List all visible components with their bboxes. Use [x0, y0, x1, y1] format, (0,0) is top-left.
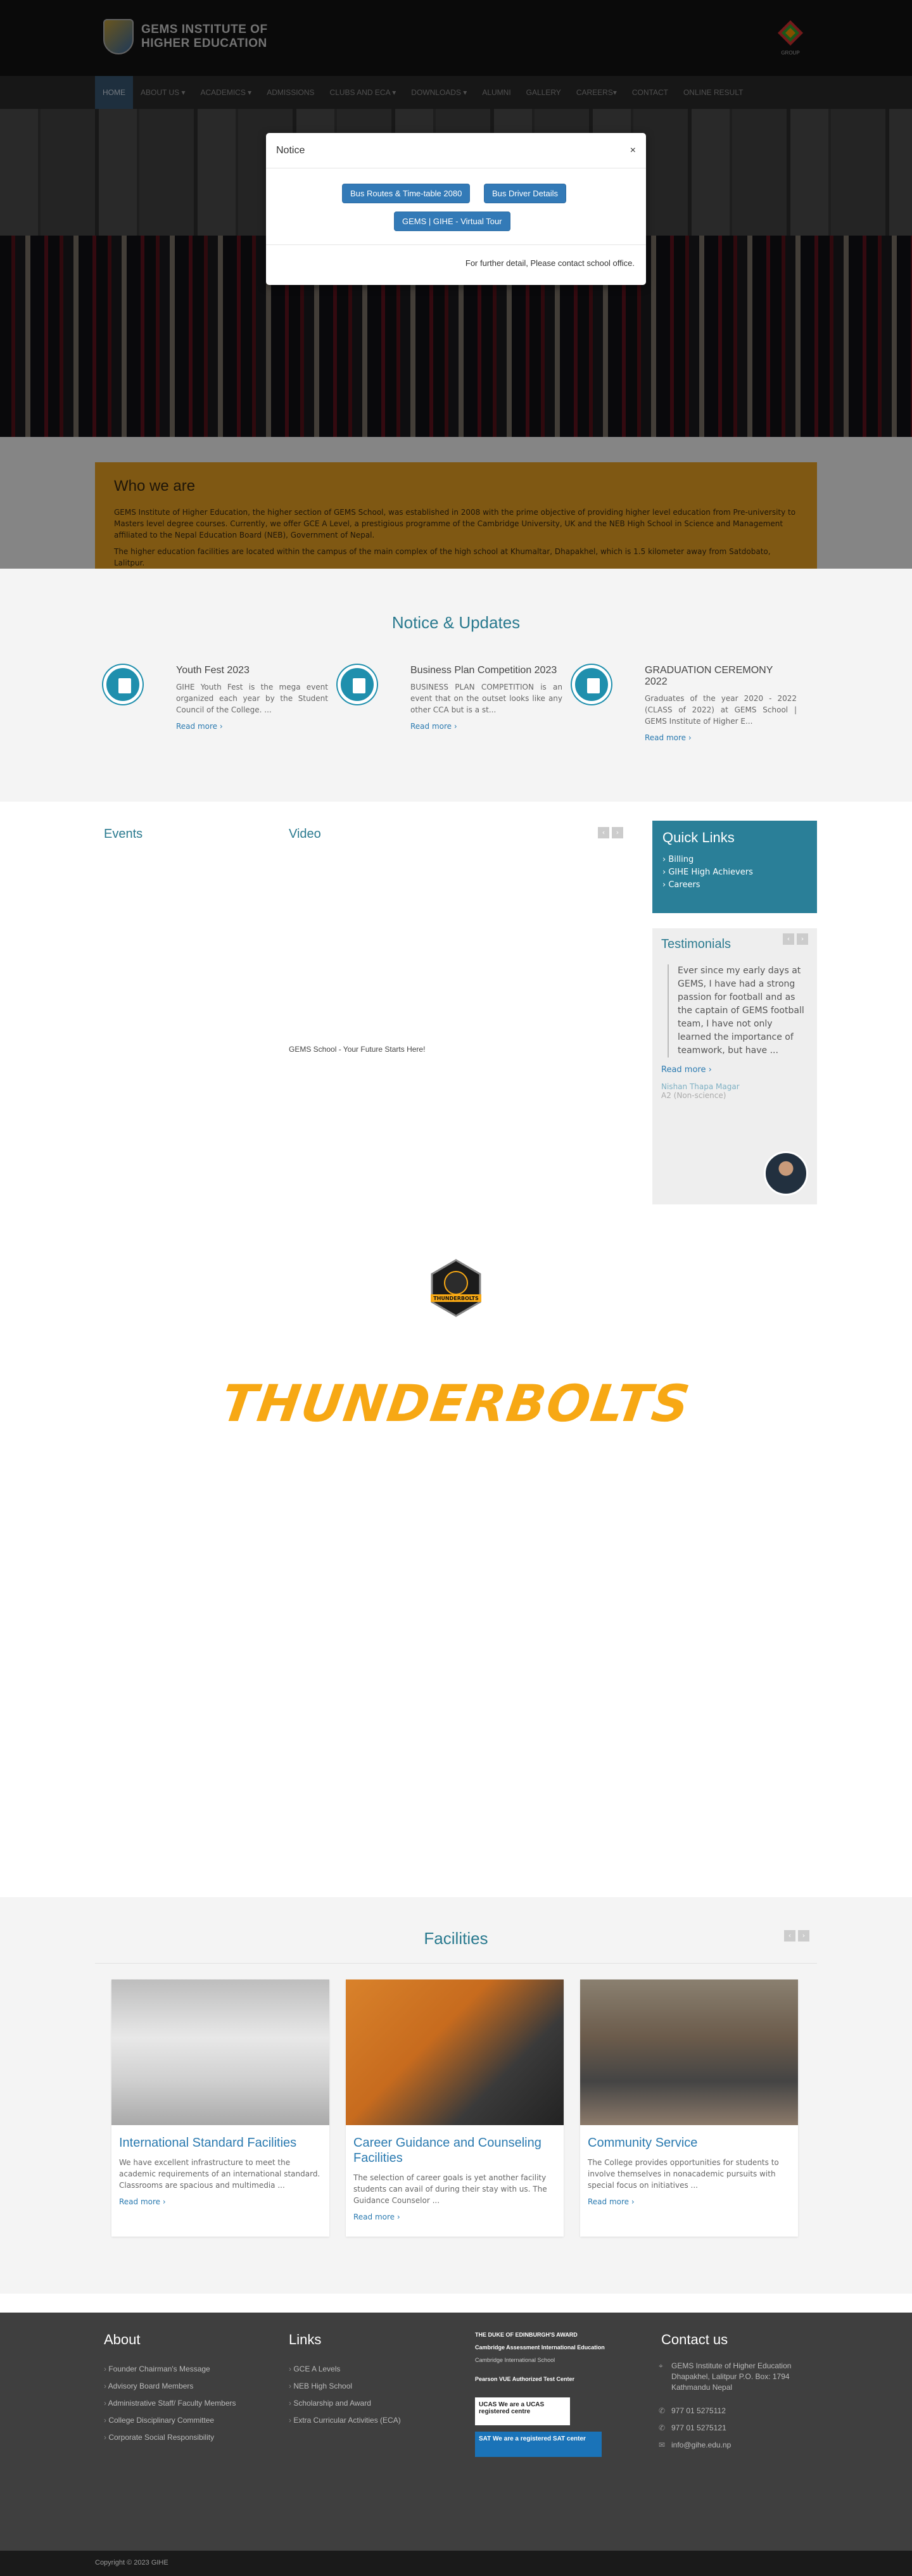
footer-link[interactable]: GCE A Levels	[289, 2361, 401, 2378]
modal-title: Notice	[276, 144, 305, 156]
accreditation-logos: THE DUKE OF EDINBURGH'S AWARD Cambridge …	[475, 2332, 608, 2463]
thunderbolts-banner: THUNDERBOLTS	[217, 1374, 695, 1433]
mail-icon: ✉	[659, 2440, 666, 2449]
book-icon	[103, 665, 142, 704]
cambridge-school-label: Cambridge International School	[475, 2357, 555, 2363]
sat-logo: SAT We are a registered SAT center	[475, 2432, 602, 2457]
copyright-bar: Copyright © 2023 GIHE in ▶ f	[0, 2551, 912, 2576]
virtual-tour-button[interactable]: GEMS | GIHE - Virtual Tour	[394, 212, 510, 231]
quick-links: Quick Links › Billing › GIHE High Achieve…	[652, 821, 817, 913]
testimonials: Testimonials ‹ › Ever since my early days…	[652, 928, 817, 1204]
testimonial-class: A2 (Non-science)	[661, 1091, 726, 1100]
facility-title[interactable]: Community Service	[588, 2135, 790, 2150]
facility-image	[111, 1979, 329, 2125]
footer: About Founder Chairman's MessageAdvisory…	[0, 2313, 912, 2551]
prev-arrow-icon[interactable]: ‹	[598, 827, 609, 838]
pearson-vue-logo: Pearson VUE Authorized Test Center	[475, 2376, 575, 2382]
footer-link[interactable]: Corporate Social Responsibility	[104, 2429, 236, 2446]
close-icon[interactable]: ×	[630, 145, 636, 156]
footer-link[interactable]: Founder Chairman's Message	[104, 2361, 236, 2378]
notice-title-link[interactable]: Business Plan Competition 2023	[410, 665, 562, 676]
facility-text: The College provides opportunities for s…	[588, 2158, 779, 2190]
notice-section: Notice & Updates Youth Fest 2023 GIHE You…	[0, 569, 912, 802]
phone[interactable]: 977 01 5275112	[671, 2406, 726, 2415]
footer-link[interactable]: Administrative Staff/ Faculty Members	[104, 2395, 236, 2412]
facilities-nav: ‹ ›	[784, 1930, 809, 1941]
location-icon: ⌖	[659, 2361, 663, 2370]
modal-footer-text: For further detail, Please contact schoo…	[465, 258, 635, 268]
prev-arrow-icon[interactable]: ‹	[783, 933, 794, 945]
notice-text: BUSINESS PLAN COMPETITION is an event th…	[410, 683, 562, 714]
read-more-link[interactable]: Read more ›	[176, 722, 328, 731]
footer-about-list: Founder Chairman's MessageAdvisory Board…	[104, 2361, 236, 2446]
facilities-section: Facilities ‹ › International Standard Fac…	[0, 1897, 912, 2294]
facility-image	[346, 1979, 564, 2125]
testimonial-name: Nishan Thapa Magar	[661, 1082, 740, 1091]
email-link[interactable]: info@gihe.edu.np	[671, 2440, 731, 2449]
video-title: Video	[289, 827, 321, 841]
quick-link[interactable]: › Careers	[662, 879, 807, 892]
read-more-link[interactable]: Read more ›	[353, 2213, 556, 2221]
svg-text:THUNDERBOLTS: THUNDERBOLTS	[433, 1296, 479, 1301]
notice-title-link[interactable]: GRADUATION CEREMONY 2022	[645, 665, 797, 688]
book-icon	[338, 665, 377, 704]
footer-about-title: About	[104, 2332, 141, 2347]
cambridge-logo: Cambridge Assessment International Educa…	[475, 2344, 605, 2351]
footer-link[interactable]: Extra Curricular Activities (ECA)	[289, 2412, 400, 2429]
facility-card: International Standard Facilities We have…	[111, 1979, 329, 2237]
footer-link[interactable]: College Disciplinary Committee	[104, 2412, 236, 2429]
read-more-link[interactable]: Read more ›	[588, 2197, 790, 2206]
read-more-link[interactable]: Read more ›	[661, 1065, 808, 1075]
facility-text: We have excellent infrastructure to meet…	[119, 2158, 320, 2190]
avatar	[764, 1151, 808, 1196]
footer-contact-title: Contact us	[661, 2332, 728, 2347]
ucas-logo: UCAS We are a UCAS registered centre	[475, 2397, 570, 2425]
testimonial-nav: ‹ ›	[783, 933, 808, 945]
facility-text: The selection of career goals is yet ano…	[353, 2173, 547, 2205]
notice-title-link[interactable]: Youth Fest 2023	[176, 665, 328, 676]
events-title: Events	[104, 827, 143, 841]
phone-icon: ✆	[659, 2423, 666, 2432]
read-more-link[interactable]: Read more ›	[119, 2197, 322, 2206]
thunderbolts-logo: THUNDERBOLTS	[431, 1259, 481, 1317]
book-icon	[572, 665, 611, 704]
notice-title: Notice & Updates	[391, 613, 521, 632]
footer-links-list: GCE A LevelsNEB High SchoolScholarship a…	[289, 2361, 401, 2429]
quick-links-title: Quick Links	[662, 830, 735, 845]
events-section: Events Video ‹ › GEMS School - Your Futur…	[0, 802, 912, 1245]
read-more-link[interactable]: Read more ›	[410, 722, 562, 731]
facility-card: Career Guidance and Counseling Facilitie…	[346, 1979, 564, 2237]
footer-link[interactable]: Advisory Board Members	[104, 2378, 236, 2395]
next-arrow-icon[interactable]: ›	[797, 933, 808, 945]
next-arrow-icon[interactable]: ›	[798, 1930, 809, 1941]
contact-info: ⌖ GEMS Institute of Higher Education Dhap…	[659, 2361, 811, 2457]
bus-routes-button[interactable]: Bus Routes & Time-table 2080	[342, 184, 471, 203]
prev-arrow-icon[interactable]: ‹	[784, 1930, 795, 1941]
read-more-link[interactable]: Read more ›	[645, 733, 797, 742]
video-nav: ‹ ›	[598, 827, 623, 838]
footer-link[interactable]: Scholarship and Award	[289, 2395, 401, 2412]
quick-link[interactable]: › GIHE High Achievers	[662, 866, 807, 879]
facility-card: Community Service The College provides op…	[580, 1979, 798, 2237]
quick-link[interactable]: › Billing	[662, 854, 807, 866]
address: GEMS Institute of Higher Education Dhapa…	[671, 2361, 792, 2392]
footer-links-title: Links	[289, 2332, 322, 2347]
notice-text: Graduates of the year 2020 - 2022 (CLASS…	[645, 694, 797, 726]
notice-text: GIHE Youth Fest is the mega event organi…	[176, 683, 328, 714]
phone[interactable]: 977 01 5275121	[671, 2423, 726, 2432]
phone-icon: ✆	[659, 2406, 666, 2415]
facilities-title: Facilities	[424, 1929, 488, 1948]
footer-link[interactable]: NEB High School	[289, 2378, 401, 2395]
facility-image	[580, 1979, 798, 2125]
bus-driver-button[interactable]: Bus Driver Details	[484, 184, 567, 203]
copyright: Copyright © 2023 GIHE	[95, 2559, 168, 2567]
video-caption[interactable]: GEMS School - Your Future Starts Here!	[289, 1045, 425, 1054]
dofe-logo: THE DUKE OF EDINBURGH'S AWARD	[475, 2332, 578, 2338]
notice-modal: Notice × Bus Routes & Time-table 2080 Bus…	[266, 133, 646, 285]
facility-title[interactable]: International Standard Facilities	[119, 2135, 322, 2150]
facility-title[interactable]: Career Guidance and Counseling Facilitie…	[353, 2135, 556, 2166]
testimonial-quote: Ever since my early days at GEMS, I have…	[668, 964, 808, 1058]
next-arrow-icon[interactable]: ›	[612, 827, 623, 838]
